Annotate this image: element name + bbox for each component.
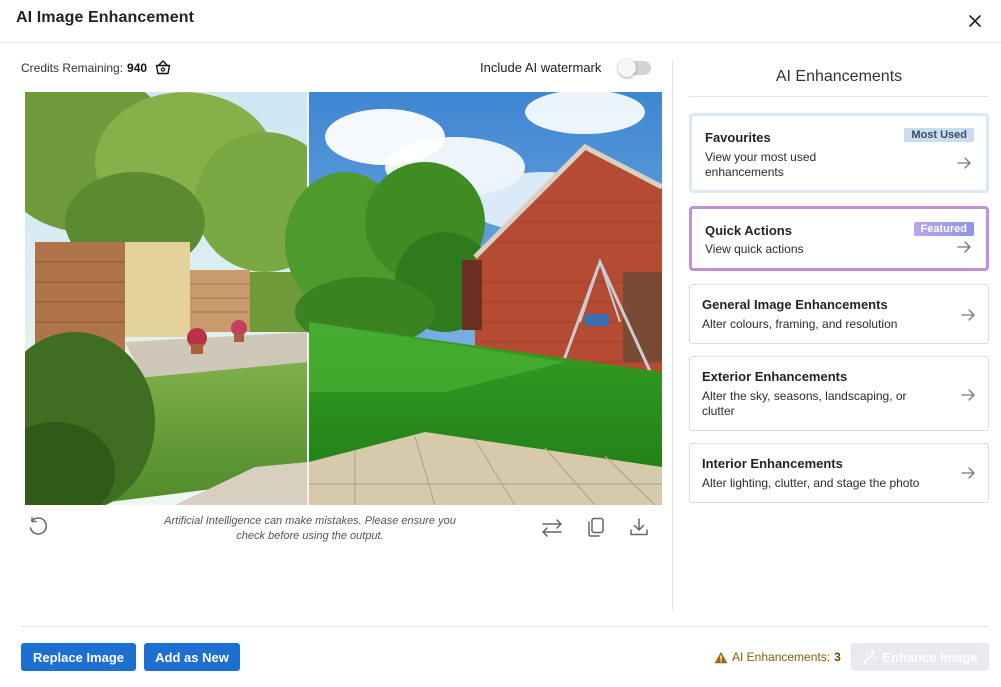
card-title: Interior Enhancements xyxy=(702,456,843,471)
add-as-new-button[interactable]: Add as New xyxy=(144,643,240,671)
card-description: View your most used enhancements xyxy=(705,150,817,179)
download-button[interactable] xyxy=(626,514,652,540)
card-title: Exterior Enhancements xyxy=(702,369,848,384)
close-icon xyxy=(969,15,981,27)
card-quick-actions[interactable]: Quick Actions Featured View quick action… xyxy=(689,206,989,271)
enhancements-label: AI Enhancements: xyxy=(732,650,831,664)
ai-enhancements-count: AI Enhancements: 3 xyxy=(714,650,841,664)
panel-title-rule xyxy=(689,96,989,97)
shopping-basket-icon[interactable] xyxy=(155,60,171,75)
dialog-header: AI Image Enhancement xyxy=(0,0,1001,43)
card-description: Alter colours, framing, and resolution xyxy=(702,317,898,331)
copy-button[interactable] xyxy=(583,514,609,540)
enhancements-count-value: 3 xyxy=(834,650,841,664)
arrow-right-icon xyxy=(961,309,975,321)
arrow-right-icon xyxy=(957,241,971,253)
card-general-enhancements[interactable]: General Image Enhancements Alter colours… xyxy=(689,284,989,344)
ai-disclaimer: Artificial Intelligence can make mistake… xyxy=(164,515,456,542)
card-interior-enhancements[interactable]: Interior Enhancements Alter lighting, cl… xyxy=(689,443,989,503)
copy-icon xyxy=(588,517,604,537)
card-description: Alter lighting, clutter, and stage the p… xyxy=(702,476,920,490)
card-description: View quick actions xyxy=(705,242,804,256)
card-title: Favourites xyxy=(705,130,771,145)
undo-icon xyxy=(29,516,47,535)
close-button[interactable] xyxy=(963,9,987,33)
arrow-right-icon xyxy=(961,389,975,401)
card-exterior-enhancements[interactable]: Exterior Enhancements Alter the sky, sea… xyxy=(689,356,989,431)
enhancements-panel-title: AI Enhancements xyxy=(775,68,903,85)
before-after-preview[interactable] xyxy=(25,92,662,505)
credits-value: 940 xyxy=(127,60,148,75)
card-title: General Image Enhancements xyxy=(702,297,888,312)
swap-button[interactable] xyxy=(539,515,565,541)
watermark-toggle-knob xyxy=(618,59,636,77)
dialog-title: AI Image Enhancement xyxy=(16,9,195,26)
preview-illustration xyxy=(25,92,662,505)
magic-wand-icon xyxy=(863,649,877,664)
watermark-label: Include AI watermark xyxy=(480,60,602,75)
replace-image-button[interactable]: Replace Image xyxy=(21,643,136,671)
credits-remaining: Credits Remaining: 940 xyxy=(21,60,171,75)
enhance-image-button[interactable]: Enhance Image xyxy=(851,643,989,671)
watermark-toggle[interactable] xyxy=(618,59,651,77)
arrow-right-icon xyxy=(957,157,971,169)
swap-icon xyxy=(542,519,562,537)
card-description: Alter the sky, seasons, landscaping, or … xyxy=(702,389,907,418)
most-used-badge: Most Used xyxy=(904,128,974,142)
arrow-right-icon xyxy=(961,467,975,479)
warning-icon xyxy=(714,651,728,663)
download-icon xyxy=(630,518,648,536)
credits-label: Credits Remaining: xyxy=(21,60,124,75)
enhance-image-label: Enhance Image xyxy=(882,649,978,665)
footer-divider xyxy=(21,626,989,627)
featured-badge: Featured xyxy=(913,222,974,236)
card-title: Quick Actions xyxy=(705,223,792,238)
panel-divider xyxy=(672,60,673,610)
card-favourites[interactable]: Favourites Most Used View your most used… xyxy=(689,113,989,193)
undo-button[interactable] xyxy=(25,514,51,540)
